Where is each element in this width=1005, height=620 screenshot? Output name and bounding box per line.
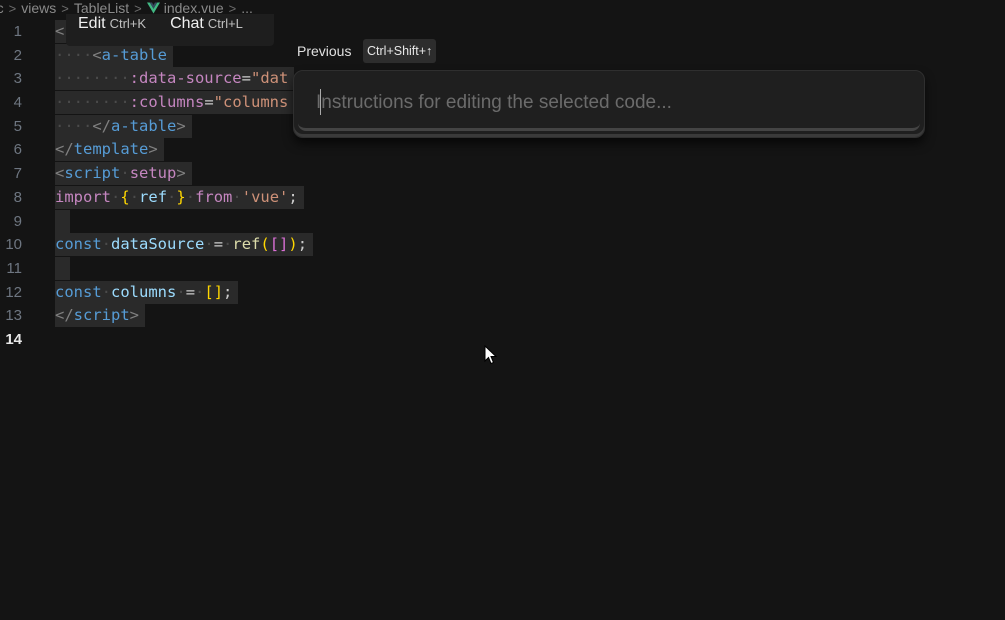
code-token: :columns [129, 93, 205, 112]
code-token: dataSource [111, 235, 205, 254]
edit-shortcut: Ctrl+K [109, 16, 147, 31]
breadcrumb-item-views[interactable]: views [21, 0, 56, 16]
code-token: ref [139, 187, 168, 206]
code-token: template [73, 140, 149, 159]
line-number: 3 [13, 70, 22, 88]
code-token: :data-source [129, 69, 242, 88]
code-token: "dat [250, 69, 289, 88]
breadcrumb-item-src[interactable]: rc [0, 0, 4, 16]
code-line: 11 [0, 256, 1005, 281]
line-number: 2 [13, 46, 22, 64]
vue-file-icon [146, 2, 160, 14]
line-number-current: 14 [5, 330, 22, 348]
line-number: 1 [13, 23, 22, 40]
code-line: 6 </template> [0, 138, 1005, 162]
code-token: script [73, 306, 130, 325]
previous-button[interactable]: Previous [297, 43, 351, 59]
chevron-right-icon: > [8, 1, 17, 16]
code-token: a-table [101, 45, 167, 64]
line-number: 4 [13, 94, 22, 112]
code-token: a-table [111, 116, 177, 135]
line-number: 12 [5, 283, 22, 301]
chat-label: Chat [170, 15, 204, 32]
instruction-prompt-box [293, 70, 925, 138]
edit-button[interactable]: Edit Ctrl+K [66, 15, 158, 33]
line-number: 8 [13, 188, 22, 206]
chat-button[interactable]: Chat Ctrl+L [158, 15, 255, 33]
code-token: columns [111, 282, 177, 301]
code-token: const [55, 282, 102, 301]
line-number: 13 [5, 307, 22, 325]
edit-chat-toolbar: Edit Ctrl+K Chat Ctrl+L [66, 14, 274, 46]
code-token: import [55, 187, 111, 206]
code-line: 2 ····<a-table [0, 43, 1005, 68]
line-number: 7 [13, 165, 22, 183]
line-number: 6 [13, 141, 22, 159]
code-token: "columns [213, 93, 289, 112]
code-line: 14 [0, 328, 1005, 352]
previous-shortcut-badge: Ctrl+Shift+↑ [363, 39, 437, 63]
instructions-input[interactable] [316, 89, 896, 117]
chat-shortcut: Ctrl+L [207, 16, 243, 31]
code-token: from [195, 187, 233, 206]
code-token: script [64, 164, 121, 183]
code-token: ref [232, 235, 261, 254]
code-token: 'vue' [241, 187, 289, 206]
line-number: 9 [13, 212, 22, 230]
code-line: 7 <script·setup> [0, 162, 1005, 186]
text-caret [320, 89, 321, 115]
edit-label: Edit [78, 15, 106, 32]
line-number: 5 [13, 117, 22, 135]
line-number: 10 [5, 236, 22, 254]
code-token: setup [129, 164, 177, 183]
code-line: 13 </script> [0, 304, 1005, 328]
code-line: 10 const·dataSource·=·ref([]); [0, 233, 1005, 257]
line-number: 11 [6, 259, 22, 277]
code-line: 12 const·columns·=·[]; [0, 280, 1005, 305]
code-line: 8 import·{·ref·}·from·'vue'; [0, 185, 1005, 210]
mouse-pointer-icon [484, 345, 498, 365]
code-token: const [55, 235, 102, 254]
code-line: 9 [0, 209, 1005, 234]
